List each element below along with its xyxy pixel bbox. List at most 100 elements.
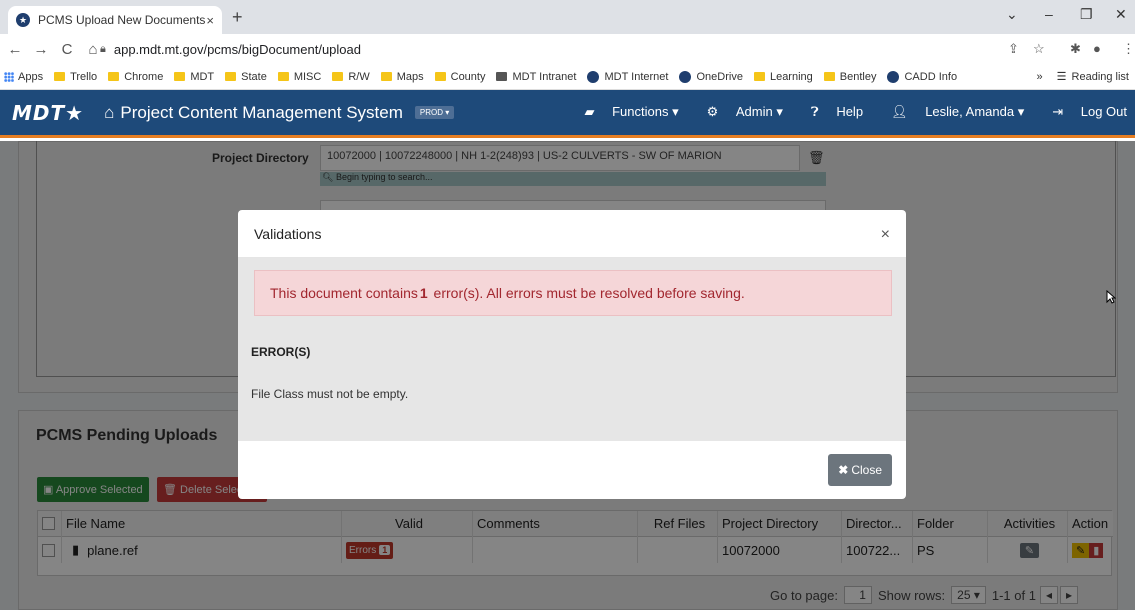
admin-menu[interactable]: ⚙ Admin ▾ [693,104,783,120]
bookmark-bentley[interactable]: Bentley [823,70,877,83]
help-link[interactable]: ❓︎ Help [797,104,863,120]
close-button[interactable]: ✖ Close [828,454,892,486]
admin-label: Admin ▾ [735,104,783,119]
bookmark-label: Apps [18,70,44,83]
bookmark-trello[interactable]: Trello [54,71,97,83]
folder-icon [332,72,344,81]
new-tab-button[interactable]: + [232,7,243,28]
apps-grid-icon [4,71,14,82]
env-badge[interactable]: PROD ▾ [414,106,455,119]
bookmark-state[interactable]: State [225,71,267,83]
globe-icon [887,70,900,83]
logout-link[interactable]: ⇥ Log Out [1038,104,1127,120]
bookmark-onedrive[interactable]: OneDrive [679,70,743,83]
bookmark-label: CADD Info [904,70,958,83]
bookmark-county[interactable]: County [434,70,486,83]
folder-icon: ▰ [584,104,599,119]
site-icon [496,72,508,81]
app-title-text: Project Content Management System [120,102,403,122]
alert-text-before: This document contains [270,285,418,301]
mouse-cursor-icon [1106,290,1116,304]
bookmark-label: MDT [190,70,215,83]
top-nav: ▰ Functions ▾ ⚙ Admin ▾ ❓︎ Help 👤︎ Lesli… [556,104,1127,120]
globe-icon [587,70,600,83]
bookmark-mdt-internet[interactable]: MDT Internet [587,70,669,83]
address-bar-row: ← → C ⌂ 🔒︎ app.mdt.mt.gov/pcms/bigDocume… [0,34,1135,64]
menu-kebab-icon[interactable]: ⋮ [1122,41,1135,57]
bookmark-mdt-intranet[interactable]: MDT Intranet [496,71,576,83]
app-title[interactable]: ⌂ Project Content Management System PROD… [104,102,455,123]
share-icon[interactable]: ⇪ [1008,41,1019,57]
functions-menu[interactable]: ▰ Functions ▾ [570,104,678,120]
bookmark-learning[interactable]: Learning [753,71,813,83]
folder-icon [277,72,289,81]
reading-list-label: Reading list [1071,70,1129,83]
bookmark-chrome[interactable]: Chrome [108,71,163,83]
modal-header: Validations [238,210,906,258]
modal-close-icon[interactable]: × [881,226,890,244]
bookmark-apps[interactable]: Apps [4,71,43,83]
window-close-icon[interactable]: ✕ [1115,6,1127,23]
profile-avatar-icon[interactable]: ● [1093,41,1101,56]
close-label: Close [851,463,882,477]
folder-icon [174,72,186,81]
close-x-icon: ✖ [838,463,849,477]
bookmark-mdt[interactable]: MDT [174,71,214,83]
bookmark-label: MDT Internet [604,70,669,83]
bookmark-cadd-info[interactable]: CADD Info [887,70,958,83]
extensions-icon[interactable]: ✱ [1070,41,1081,57]
alert-text-after: error(s). All errors must be resolved be… [429,285,745,301]
error-alert: This document contains 1 error(s). All e… [254,270,892,316]
url-bar[interactable]: 🔒︎ app.mdt.mt.gov/pcms/bigDocument/uploa… [100,37,1000,61]
bookmark-label: State [241,70,267,83]
folder-icon [380,72,392,81]
tab-search-icon[interactable]: ⌄ [1006,6,1018,23]
help-label: Help [836,104,864,119]
back-icon[interactable]: ← [4,41,26,58]
bookmark-label: OneDrive [696,70,743,83]
home-icon: ⌂ [104,102,115,122]
folder-icon [225,72,237,81]
restore-icon[interactable]: ❐ [1080,6,1093,23]
reading-list-icon: ☰ [1056,71,1067,83]
bookmark-star-icon[interactable]: ☆ [1033,41,1045,57]
bookmark-label: Bentley [839,70,877,83]
tab-close-icon[interactable]: × [206,13,214,28]
folder-icon [108,72,120,81]
error-message: File Class must not be empty. [251,387,409,401]
reading-list-button[interactable]: » ☰ Reading list [1037,70,1129,84]
tab-title: PCMS Upload New Documents [38,13,206,27]
folder-icon [753,72,765,81]
minimize-icon[interactable]: – [1045,6,1053,22]
bookmark-label: County [450,70,486,83]
forward-icon[interactable]: → [30,41,52,58]
question-icon: ❓︎ [810,104,823,119]
browser-tab-strip: ★ PCMS Upload New Documents × + ⌄ – ❐ ✕ [0,0,1135,34]
more-bookmarks-icon[interactable]: » [1037,71,1043,83]
gear-icon: ⚙ [706,104,722,119]
validations-modal: Validations × This document contains 1 e… [238,210,906,499]
bookmark-misc[interactable]: MISC [277,70,322,83]
folder-icon [823,72,835,81]
alert-error-count: 1 [419,285,428,301]
functions-label: Functions ▾ [612,104,679,119]
bookmark-label: MISC [293,70,322,83]
errors-heading: ERROR(S) [251,345,311,359]
modal-body: This document contains 1 error(s). All e… [238,258,906,441]
app-header: MDT★ ⌂ Project Content Management System… [0,90,1135,138]
user-icon: 👤︎ [891,104,912,119]
bookmark-r-w[interactable]: R/W [332,70,370,83]
globe-icon [679,70,692,83]
bookmark-label: R/W [348,70,370,83]
folder-icon [54,72,66,81]
mdt-logo[interactable]: MDT★ [12,101,84,125]
bookmarks-bar: Apps Trello Chrome MDT State MISC R/W Maps Count… [0,64,1135,90]
user-menu[interactable]: 👤︎ Leslie, Amanda ▾ [877,104,1024,120]
bookmark-label: MDT Intranet [512,70,577,83]
reload-icon[interactable]: C [56,41,78,58]
bookmark-label: Maps [396,70,424,83]
browser-tab[interactable]: ★ PCMS Upload New Documents × [8,6,222,34]
user-label: Leslie, Amanda ▾ [925,104,1025,119]
modal-title: Validations [254,225,322,242]
bookmark-maps[interactable]: Maps [380,70,424,83]
